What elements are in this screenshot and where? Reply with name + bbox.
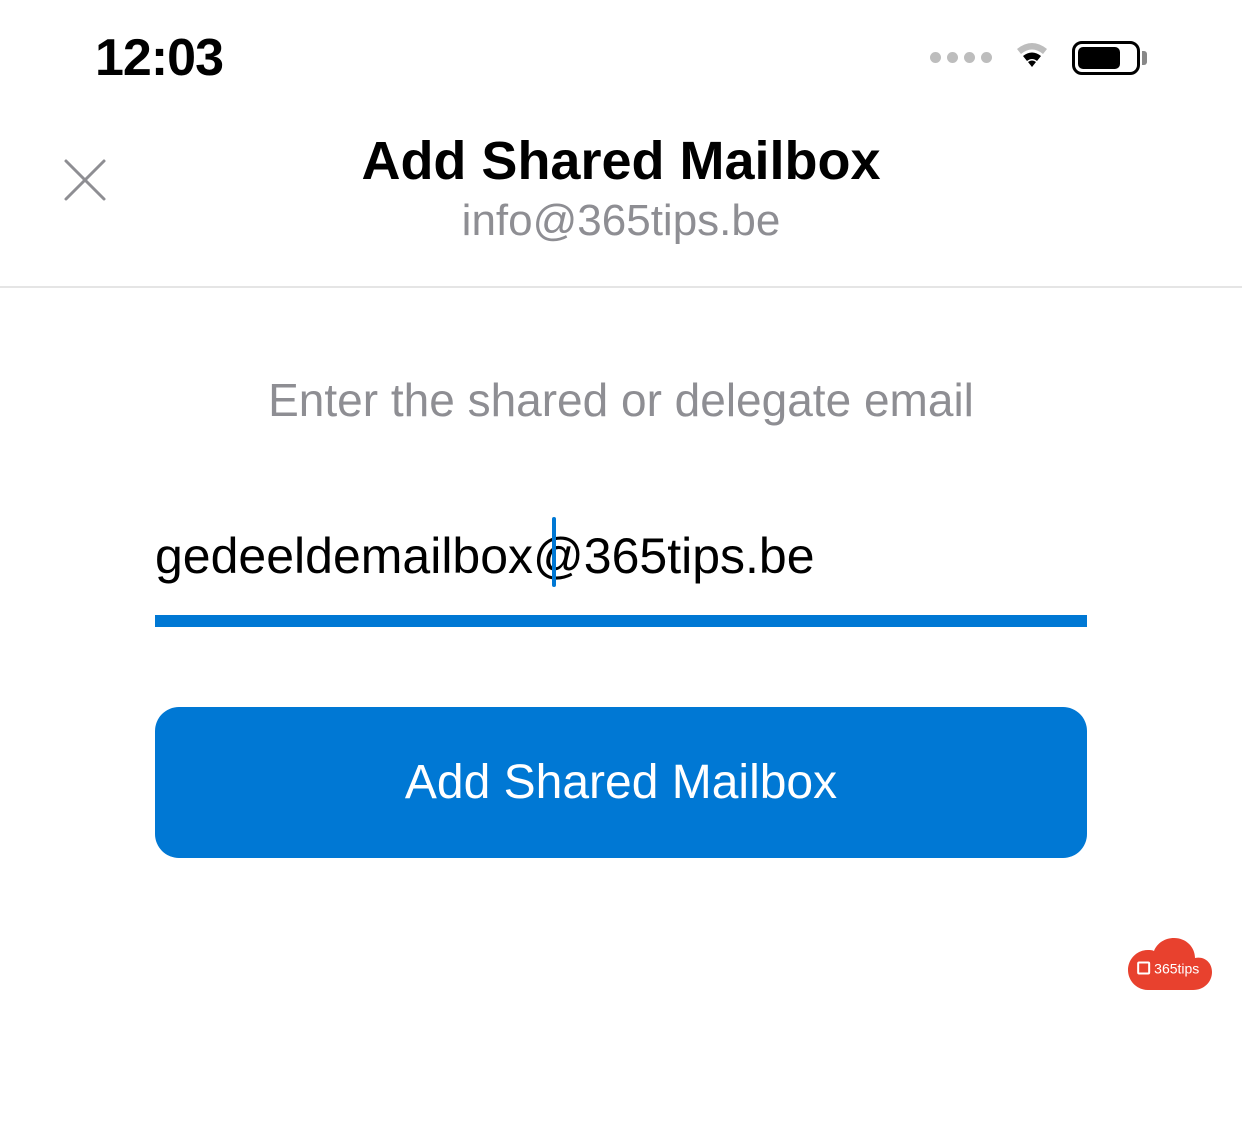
content-area: Enter the shared or delegate email Add S… — [0, 288, 1242, 858]
close-button[interactable] — [60, 155, 110, 205]
wifi-icon — [1010, 37, 1054, 78]
text-cursor — [552, 517, 556, 587]
badge-content: 365tips — [1137, 960, 1199, 976]
email-input-wrap — [155, 517, 1087, 627]
cloud-icon: 365tips — [1117, 933, 1217, 996]
status-icons — [930, 37, 1147, 78]
badge-text: 365tips — [1154, 960, 1199, 976]
page-title: Add Shared Mailbox — [0, 130, 1242, 192]
nav-header: Add Shared Mailbox info@365tips.be — [0, 100, 1242, 288]
office-logo-icon — [1137, 962, 1150, 975]
email-field[interactable] — [155, 517, 1087, 627]
status-time: 12:03 — [95, 28, 223, 88]
add-shared-mailbox-button[interactable]: Add Shared Mailbox — [155, 707, 1087, 858]
battery-icon — [1072, 41, 1147, 75]
status-bar: 12:03 — [0, 0, 1242, 100]
header-titles: Add Shared Mailbox info@365tips.be — [0, 130, 1242, 246]
cellular-signal-icon — [930, 52, 992, 63]
instruction-text: Enter the shared or delegate email — [155, 373, 1087, 427]
brand-badge[interactable]: 365tips — [1117, 933, 1217, 996]
close-icon — [62, 157, 108, 203]
page-subtitle: info@365tips.be — [0, 196, 1242, 246]
